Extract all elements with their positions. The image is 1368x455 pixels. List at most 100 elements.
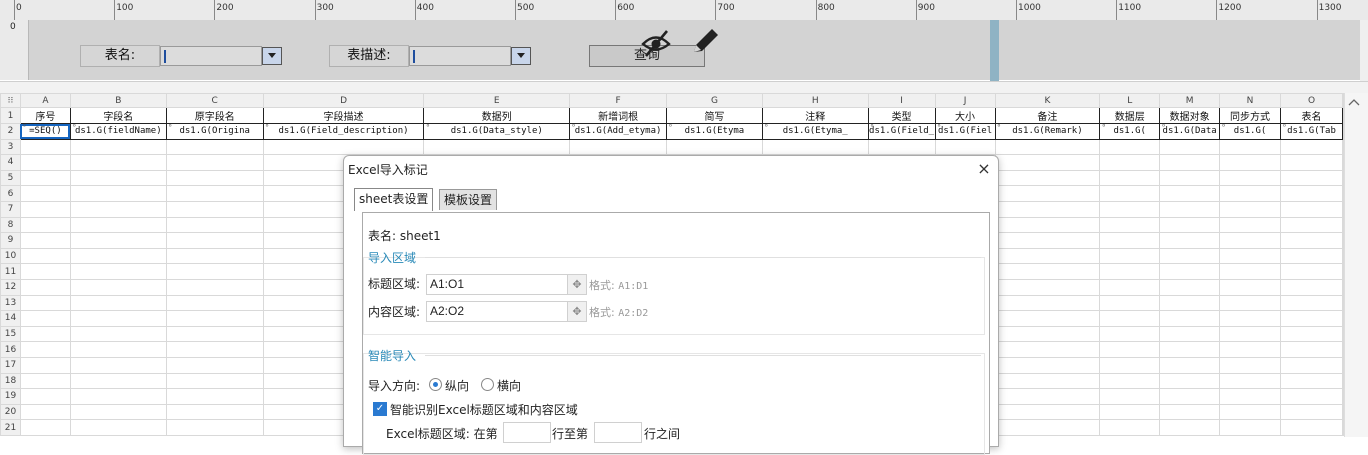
grid-cell[interactable]: ⁸ ds1.G( [1219, 123, 1281, 140]
grid-cell[interactable] [994, 325, 1101, 343]
grid-cell[interactable] [1219, 403, 1281, 421]
grid-cell[interactable]: 数据对象 [1159, 107, 1221, 124]
grid-cell[interactable] [1099, 232, 1161, 249]
grid-cell[interactable] [69, 169, 167, 187]
grid-cell[interactable] [1159, 310, 1221, 327]
grid-cell[interactable]: 大小 [934, 107, 996, 124]
grid-cell[interactable] [19, 310, 71, 327]
grid-cell[interactable] [165, 278, 264, 296]
grid-cell[interactable]: 字段名 [69, 107, 167, 124]
column-header[interactable]: I [867, 93, 936, 108]
grid-cell[interactable] [19, 325, 71, 343]
grid-cell[interactable] [69, 154, 167, 171]
pencil-icon[interactable] [688, 26, 722, 58]
grid-cell[interactable] [1219, 294, 1281, 312]
scroll-up-icon[interactable] [1348, 96, 1360, 106]
grid-cell[interactable] [1279, 200, 1344, 218]
grid-cell[interactable] [994, 185, 1101, 202]
grid-cell[interactable] [1159, 169, 1221, 187]
grid-cell[interactable] [1159, 325, 1221, 343]
title-start-row-input[interactable] [503, 422, 551, 443]
row-header[interactable]: 16 [0, 341, 21, 358]
column-header[interactable]: M [1159, 93, 1221, 108]
grid-cell[interactable] [1099, 356, 1161, 374]
grid-cell[interactable] [69, 403, 167, 421]
grid-cell[interactable] [1279, 216, 1344, 234]
grid-cell[interactable]: ⁸ ds1.G(Etyma_ [761, 123, 869, 140]
column-header[interactable]: O [1279, 93, 1344, 108]
column-header[interactable]: K [994, 93, 1101, 108]
grid-cell[interactable] [1219, 185, 1281, 202]
grid-cell[interactable] [1279, 372, 1344, 390]
grid-cell[interactable] [1159, 138, 1221, 156]
grid-cell[interactable] [867, 138, 936, 156]
grid-cell[interactable] [165, 356, 264, 374]
grid-cell[interactable] [19, 341, 71, 358]
row-header[interactable]: 1 [0, 107, 21, 124]
grid-cell[interactable] [165, 294, 264, 312]
grid-cell[interactable] [994, 419, 1101, 436]
grid-cell[interactable] [1159, 154, 1221, 171]
row-header[interactable]: 12 [0, 278, 21, 296]
grid-cell[interactable] [1159, 403, 1221, 421]
grid-cell[interactable] [1159, 278, 1221, 296]
title-area-select-icon[interactable]: ✥ [567, 274, 587, 295]
grid-cell[interactable] [165, 372, 264, 390]
param-pane-scrollbar[interactable] [1360, 20, 1368, 82]
grid-cell[interactable]: ⁸ ds1.G(fieldName) [69, 123, 167, 140]
grid-cell[interactable]: ⁸ ds1.G(Data_style) [423, 123, 571, 140]
grid-cell[interactable] [1159, 185, 1221, 202]
grid-cell[interactable] [69, 388, 167, 405]
grid-cell[interactable] [994, 232, 1101, 249]
grid-cell[interactable] [1159, 247, 1221, 265]
grid-cell[interactable] [1219, 200, 1281, 218]
grid-cell[interactable] [1219, 310, 1281, 327]
column-header[interactable]: C [165, 93, 264, 108]
column-header[interactable]: D [262, 93, 425, 108]
row-header[interactable]: 17 [0, 356, 21, 374]
tab-sheet-settings[interactable]: sheet表设置 [354, 188, 434, 211]
grid-cell[interactable]: ⁸ ds1.G(Remark) [994, 123, 1101, 140]
column-header[interactable]: L [1099, 93, 1161, 108]
grid-cell[interactable] [1099, 325, 1161, 343]
grid-cell[interactable] [1159, 216, 1221, 234]
grid-cell[interactable] [1279, 278, 1344, 296]
grid-cell[interactable] [19, 138, 71, 156]
grid-cell[interactable] [1219, 388, 1281, 405]
grid-cell[interactable]: ⁸ ds1.G(Data [1159, 123, 1221, 140]
grid-cell[interactable] [1219, 356, 1281, 374]
grid-cell[interactable] [994, 278, 1101, 296]
grid-cell[interactable]: 简写 [666, 107, 763, 124]
grid-cell[interactable] [1219, 372, 1281, 390]
row-header[interactable]: 4 [0, 154, 21, 171]
row-header[interactable]: 2 [0, 123, 21, 140]
grid-cell[interactable] [1099, 185, 1161, 202]
grid-cell[interactable]: ⁸ =SEQ() [19, 123, 71, 140]
grid-cell[interactable] [165, 325, 264, 343]
grid-cell[interactable] [1099, 154, 1161, 171]
grid-cell[interactable] [1219, 247, 1281, 265]
grid-cell[interactable] [994, 310, 1101, 327]
row-header[interactable]: 3 [0, 138, 21, 156]
grid-cell[interactable]: 数据层 [1099, 107, 1161, 124]
direction-horizontal-radio[interactable] [481, 378, 494, 391]
grid-cell[interactable] [165, 310, 264, 327]
grid-cell[interactable] [994, 169, 1101, 187]
title-end-row-input[interactable] [594, 422, 642, 443]
grid-cell[interactable] [1279, 325, 1344, 343]
grid-cell[interactable]: 备注 [994, 107, 1101, 124]
column-header[interactable]: J [934, 93, 996, 108]
grid-cell[interactable] [19, 388, 71, 405]
grid-cell[interactable] [165, 216, 264, 234]
grid-cell[interactable] [1099, 278, 1161, 296]
grid-cell[interactable] [1279, 419, 1344, 436]
grid-cell[interactable]: 同步方式 [1219, 107, 1281, 124]
grid-cell[interactable] [19, 403, 71, 421]
grid-cell[interactable] [1159, 341, 1221, 358]
grid-cell[interactable] [1279, 154, 1344, 171]
grid-cell[interactable] [994, 138, 1101, 156]
grid-cell[interactable] [19, 278, 71, 296]
grid-cell[interactable] [1159, 356, 1221, 374]
content-area-select-icon[interactable]: ✥ [567, 301, 587, 322]
grid-cell[interactable] [1159, 388, 1221, 405]
